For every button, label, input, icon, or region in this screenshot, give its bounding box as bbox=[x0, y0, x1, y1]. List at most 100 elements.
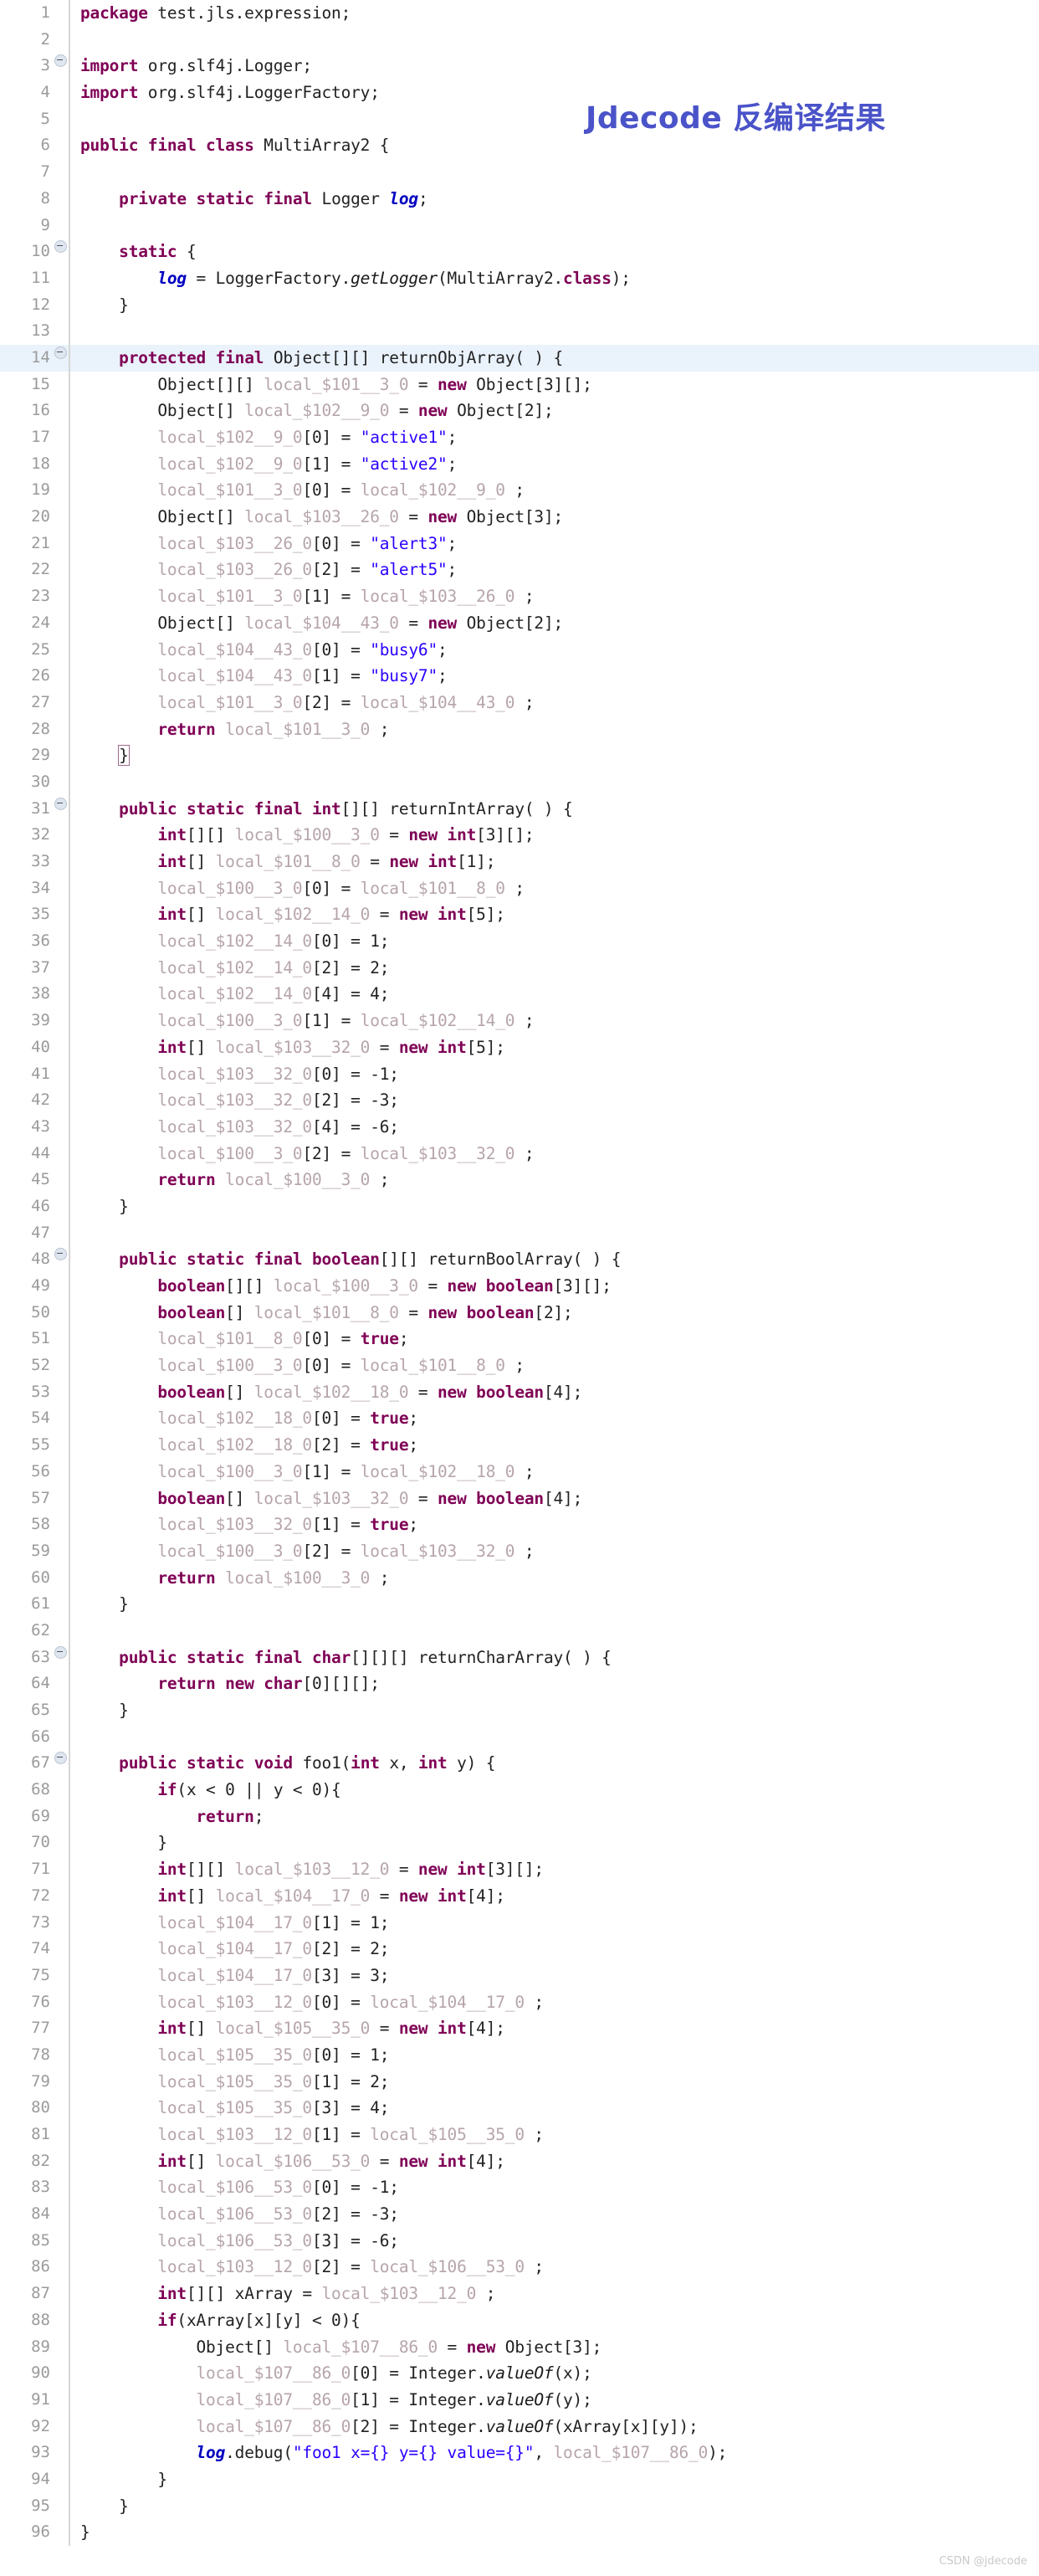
code-line[interactable]: 84 local_$106__53_0[2] = -3; bbox=[0, 2201, 1039, 2228]
code-line-text[interactable]: local_$103__32_0[4] = -6; bbox=[70, 1114, 1039, 1141]
code-line[interactable]: 39 local_$100__3_0[1] = local_$102__14_0… bbox=[0, 1008, 1039, 1034]
code-line[interactable]: 30 bbox=[0, 768, 1039, 796]
code-line-text[interactable]: local_$100__3_0[1] = local_$102__14_0 ; bbox=[70, 1008, 1039, 1034]
code-line[interactable]: 80 local_$105__35_0[3] = 4; bbox=[0, 2095, 1039, 2122]
code-line-text[interactable]: public final class MultiArray2 { bbox=[70, 132, 1039, 159]
code-line[interactable]: 65 } bbox=[0, 1697, 1039, 1724]
code-line-text[interactable]: local_$103__26_0[2] = "alert5"; bbox=[70, 557, 1039, 583]
code-line-text[interactable]: local_$103__12_0[2] = local_$106__53_0 ; bbox=[70, 2254, 1039, 2281]
code-line[interactable]: 1 package test.jls.expression; bbox=[0, 0, 1039, 27]
code-line[interactable]: 59 local_$100__3_0[2] = local_$103__32_0… bbox=[0, 1537, 1039, 1565]
code-line-text[interactable]: local_$104__43_0[1] = "busy7"; bbox=[70, 663, 1039, 690]
code-line-text[interactable]: int[] local_$101__8_0 = new int[1]; bbox=[70, 849, 1039, 875]
code-line-text[interactable]: local_$101__8_0[0] = true; bbox=[70, 1326, 1039, 1352]
code-line-text[interactable]: local_$100__3_0[2] = local_$103__32_0 ; bbox=[70, 1141, 1039, 1167]
code-line-text[interactable]: local_$107__86_0[1] = Integer.valueOf(y)… bbox=[70, 2387, 1039, 2414]
code-line-text[interactable]: local_$105__35_0[3] = 4; bbox=[70, 2095, 1039, 2122]
code-line[interactable]: 76 local_$103__12_0[0] = local_$104__17_… bbox=[0, 1988, 1039, 2016]
code-line-text[interactable]: int[] local_$106__53_0 = new int[4]; bbox=[70, 2148, 1039, 2175]
code-line-text[interactable]: int[][] xArray = local_$103__12_0 ; bbox=[70, 2281, 1039, 2307]
code-line[interactable]: 26 local_$104__43_0[1] = "busy7"; bbox=[0, 663, 1039, 690]
code-line[interactable]: 28 return local_$101__3_0 ; bbox=[0, 716, 1039, 743]
code-line[interactable]: 54 local_$102__18_0[0] = true; bbox=[0, 1405, 1039, 1433]
code-line[interactable]: 63 public static final char[][][] return… bbox=[0, 1644, 1039, 1671]
code-line-text[interactable]: Object[][] local_$101__3_0 = new Object[… bbox=[70, 372, 1039, 398]
code-line-text[interactable]: local_$100__3_0[0] = local_$101__8_0 ; bbox=[70, 875, 1039, 902]
code-line[interactable]: 70 } bbox=[0, 1829, 1039, 1857]
code-line[interactable]: 56 local_$100__3_0[1] = local_$102__18_0… bbox=[0, 1458, 1039, 1486]
code-line-text[interactable]: if(xArray[x][y] < 0){ bbox=[70, 2307, 1039, 2334]
code-line-text[interactable]: return; bbox=[70, 1804, 1039, 1830]
code-line[interactable]: 43 local_$103__32_0[4] = -6; bbox=[0, 1113, 1039, 1141]
code-line-text[interactable]: public static void foo1(int x, int y) { bbox=[70, 1750, 1039, 1777]
code-line[interactable]: 55 local_$102__18_0[2] = true; bbox=[0, 1432, 1039, 1459]
code-line-text[interactable]: local_$107__86_0[2] = Integer.valueOf(xA… bbox=[70, 2414, 1039, 2440]
code-line-text[interactable]: log = LoggerFactory.getLogger(MultiArray… bbox=[70, 265, 1039, 292]
code-line[interactable]: 38 local_$102__14_0[4] = 4; bbox=[0, 981, 1039, 1008]
code-line-text[interactable]: local_$103__32_0[2] = -3; bbox=[70, 1087, 1039, 1114]
code-line[interactable]: 34 local_$100__3_0[0] = local_$101__8_0 … bbox=[0, 875, 1039, 902]
code-line-text[interactable]: import org.slf4j.LoggerFactory; bbox=[70, 80, 1039, 106]
code-line-text[interactable]: local_$106__53_0[3] = -6; bbox=[70, 2228, 1039, 2255]
code-line-text[interactable]: } bbox=[70, 2493, 1039, 2520]
code-line[interactable]: 21 local_$103__26_0[0] = "alert3"; bbox=[0, 530, 1039, 557]
code-line-text[interactable]: local_$102__14_0[2] = 2; bbox=[70, 955, 1039, 982]
code-line-text[interactable]: } bbox=[70, 1591, 1039, 1618]
code-line[interactable]: 22 local_$103__26_0[2] = "alert5"; bbox=[0, 557, 1039, 584]
code-line-text[interactable]: } bbox=[70, 1193, 1039, 1220]
code-line[interactable]: 67 public static void foo1(int x, int y)… bbox=[0, 1750, 1039, 1778]
code-line[interactable]: 95 } bbox=[0, 2492, 1039, 2520]
fold-collapse-icon[interactable] bbox=[52, 1645, 69, 1671]
code-line[interactable]: 74 local_$104__17_0[2] = 2; bbox=[0, 1936, 1039, 1963]
code-line-text[interactable]: Object[] local_$104__43_0 = new Object[2… bbox=[70, 610, 1039, 637]
code-line[interactable]: 62 bbox=[0, 1617, 1039, 1645]
code-line[interactable]: 53 boolean[] local_$102__18_0 = new bool… bbox=[0, 1378, 1039, 1406]
code-line-text[interactable]: local_$104__17_0[1] = 1; bbox=[70, 1910, 1039, 1937]
code-line-text[interactable]: private static final Logger log; bbox=[70, 186, 1039, 213]
code-line-text[interactable]: local_$103__26_0[0] = "alert3"; bbox=[70, 531, 1039, 557]
code-line[interactable]: 49 boolean[][] local_$100__3_0 = new boo… bbox=[0, 1273, 1039, 1300]
code-line[interactable]: 87 int[][] xArray = local_$103__12_0 ; bbox=[0, 2281, 1039, 2307]
code-line-text[interactable]: Object[] local_$107__86_0 = new Object[3… bbox=[70, 2334, 1039, 2361]
code-line[interactable]: 33 int[] local_$101__8_0 = new int[1]; bbox=[0, 849, 1039, 875]
code-line[interactable]: 93 log.debug("foo1 x={} y={} value={}", … bbox=[0, 2440, 1039, 2466]
code-line[interactable]: 31 public static final int[][] returnInt… bbox=[0, 795, 1039, 823]
code-line[interactable]: 11 log = LoggerFactory.getLogger(MultiAr… bbox=[0, 264, 1039, 292]
code-line-text[interactable]: Object[] local_$103__26_0 = new Object[3… bbox=[70, 504, 1039, 531]
code-line[interactable]: 16 Object[] local_$102__9_0 = new Object… bbox=[0, 398, 1039, 424]
code-line-text[interactable]: Object[] local_$102__9_0 = new Object[2]… bbox=[70, 398, 1039, 424]
code-line-text[interactable]: local_$106__53_0[2] = -3; bbox=[70, 2201, 1039, 2228]
fold-collapse-icon[interactable] bbox=[52, 1750, 69, 1777]
code-line[interactable]: 32 int[][] local_$100__3_0 = new int[3][… bbox=[0, 822, 1039, 849]
code-line-text[interactable]: boolean[] local_$102__18_0 = new boolean… bbox=[70, 1379, 1039, 1406]
code-line-text[interactable]: local_$102__18_0[2] = true; bbox=[70, 1432, 1039, 1459]
code-line[interactable]: 19 local_$101__3_0[0] = local_$102__9_0 … bbox=[0, 477, 1039, 505]
code-line-text[interactable]: local_$104__17_0[2] = 2; bbox=[70, 1936, 1039, 1963]
code-line[interactable]: 86 local_$103__12_0[2] = local_$106__53_… bbox=[0, 2254, 1039, 2281]
code-line-text[interactable]: protected final Object[][] returnObjArra… bbox=[70, 344, 1039, 372]
code-line[interactable]: 66 bbox=[0, 1723, 1039, 1751]
code-line-text[interactable]: boolean[] local_$101__8_0 = new boolean[… bbox=[70, 1300, 1039, 1326]
code-line-text[interactable]: import org.slf4j.Logger; bbox=[70, 53, 1039, 80]
code-line[interactable]: 36 local_$102__14_0[0] = 1; bbox=[0, 928, 1039, 955]
code-line-text[interactable]: local_$100__3_0[2] = local_$103__32_0 ; bbox=[70, 1538, 1039, 1565]
code-line-text[interactable]: public static final boolean[][] returnBo… bbox=[70, 1246, 1039, 1273]
code-line-text[interactable]: local_$105__35_0[0] = 1; bbox=[70, 2042, 1039, 2069]
code-line[interactable]: 7 bbox=[0, 159, 1039, 186]
code-line[interactable]: 23 local_$101__3_0[1] = local_$103__26_0… bbox=[0, 583, 1039, 610]
code-line[interactable]: 27 local_$101__3_0[2] = local_$104__43_0… bbox=[0, 689, 1039, 716]
code-line[interactable]: 46 } bbox=[0, 1193, 1039, 1220]
code-line-text[interactable]: local_$103__32_0[0] = -1; bbox=[70, 1061, 1039, 1088]
code-line[interactable]: 68 if(x < 0 || y < 0){ bbox=[0, 1777, 1039, 1804]
source-code-lines[interactable]: 1 package test.jls.expression; 2 3 import or… bbox=[0, 0, 1039, 2546]
code-line[interactable]: 96} bbox=[0, 2519, 1039, 2546]
code-line[interactable]: 77 int[] local_$105__35_0 = new int[4]; bbox=[0, 2015, 1039, 2042]
code-line[interactable]: 92 local_$107__86_0[2] = Integer.valueOf… bbox=[0, 2413, 1039, 2440]
code-line[interactable]: 40 int[] local_$103__32_0 = new int[5]; bbox=[0, 1034, 1039, 1061]
fold-collapse-icon[interactable] bbox=[52, 796, 69, 823]
code-line[interactable]: 41 local_$103__32_0[0] = -1; bbox=[0, 1060, 1039, 1088]
code-line-text[interactable]: local_$104__43_0[0] = "busy6"; bbox=[70, 637, 1039, 664]
fold-collapse-icon[interactable] bbox=[52, 1246, 69, 1273]
code-line-text[interactable]: local_$102__14_0[0] = 1; bbox=[70, 928, 1039, 955]
code-line[interactable]: 78 local_$105__35_0[0] = 1; bbox=[0, 2041, 1039, 2069]
